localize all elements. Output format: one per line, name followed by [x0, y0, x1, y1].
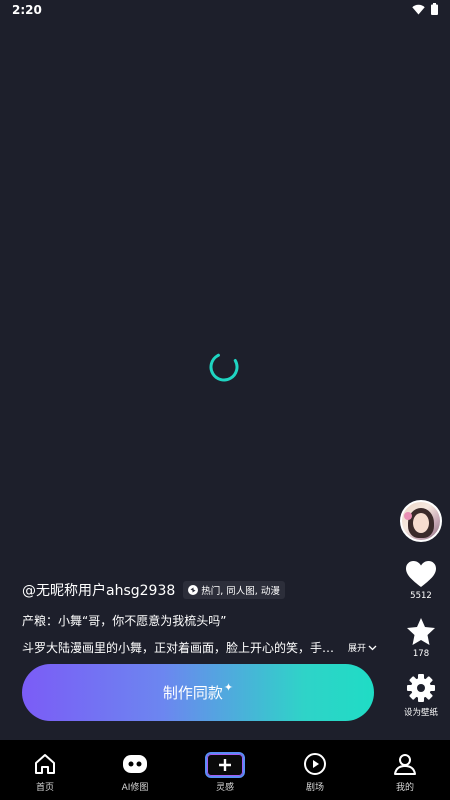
nav-profile-label: 我的 [395, 783, 414, 793]
wallpaper-label: 设为壁纸 [403, 708, 438, 718]
gear-icon [406, 674, 435, 702]
nav-home-label: 首页 [35, 783, 54, 793]
status-bar: 2:20 [0, 0, 450, 22]
expand-button[interactable]: 展开 [348, 641, 377, 654]
username[interactable]: @无昵称用户ahsg2938 [22, 580, 175, 600]
wifi-icon [412, 4, 425, 14]
make-same-label: 制作同款 [162, 684, 223, 702]
tag-icon [188, 585, 199, 595]
plus-icon [219, 759, 231, 771]
profile-icon [394, 754, 416, 775]
post-info: @无昵称用户ahsg2938 热门, 同人图, 动漫 产粮：小舞“哥，你不愿意为… [22, 580, 382, 656]
favorite-button[interactable]: 178 [406, 617, 436, 659]
nav-ai-edit-label: AI修图 [121, 783, 149, 793]
nav-inspiration-label: 灵感 [215, 783, 234, 793]
sparkle-icon: ✦ [223, 681, 234, 694]
set-wallpaper-button[interactable]: 设为壁纸 [404, 673, 438, 718]
bottom-nav: 首页 AI修图 灵感 剧场 我的 [0, 740, 450, 800]
nav-theater[interactable]: 剧场 [270, 740, 360, 800]
nav-theater-label: 剧场 [305, 783, 324, 793]
battery-icon [431, 3, 438, 15]
heart-icon [406, 561, 436, 587]
chevron-down-icon [368, 645, 377, 650]
right-rail: 5512 178 设为壁纸 [398, 500, 444, 718]
star-icon [407, 618, 435, 645]
nav-profile[interactable]: 我的 [360, 740, 450, 800]
tag-badge[interactable]: 热门, 同人图, 动漫 [183, 581, 285, 599]
author-avatar[interactable] [400, 500, 442, 542]
favorite-count: 178 [412, 649, 430, 659]
description-text: 斗罗大陆漫画里的小舞，正对着画面，脸上开心的笑，手… [22, 641, 335, 655]
loading-spinner-icon [209, 352, 239, 382]
nav-ai-edit[interactable]: AI修图 [90, 740, 180, 800]
status-time: 2:20 [12, 3, 42, 17]
like-button[interactable]: 5512 [405, 560, 437, 601]
nav-home[interactable]: 首页 [0, 740, 90, 800]
status-icons [412, 3, 438, 15]
nav-inspiration[interactable]: 灵感 [180, 740, 270, 800]
ai-robot-icon [123, 755, 147, 773]
user-line: @无昵称用户ahsg2938 热门, 同人图, 动漫 [22, 580, 382, 600]
tag-text: 热门, 同人图, 动漫 [201, 586, 280, 597]
post-description: 斗罗大陆漫画里的小舞，正对着画面，脸上开心的笑，手… 展开 [22, 639, 382, 656]
home-icon [35, 754, 55, 774]
expand-label: 展开 [348, 644, 367, 654]
like-count: 5512 [410, 591, 432, 601]
create-button[interactable] [205, 752, 245, 778]
make-same-button[interactable]: 制作同款 ✦ [22, 664, 374, 721]
play-icon [304, 753, 326, 775]
post-title: 产粮：小舞“哥，你不愿意为我梳头吗” [22, 614, 227, 628]
